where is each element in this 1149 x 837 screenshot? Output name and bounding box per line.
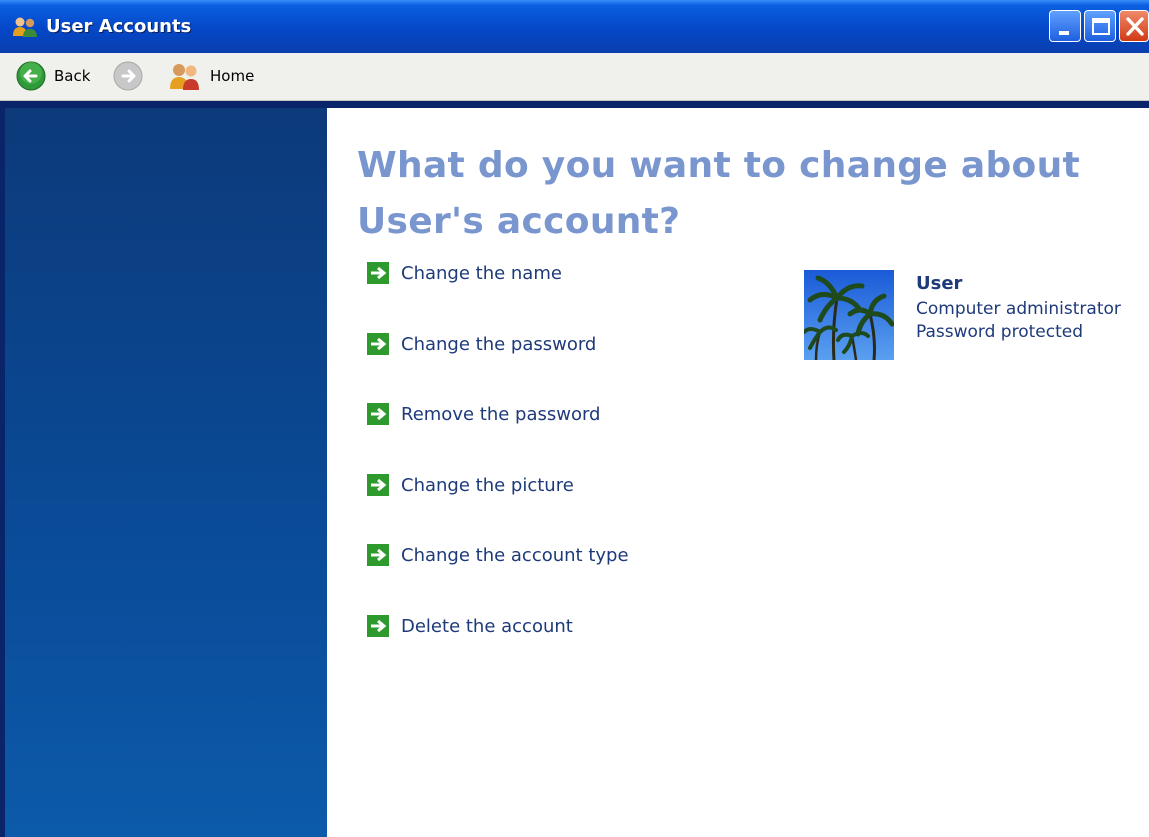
back-label: Back (54, 67, 91, 85)
minimize-icon (1059, 31, 1069, 35)
account-picture (802, 270, 895, 361)
user-accounts-icon (12, 16, 38, 38)
home-button[interactable]: Home (168, 61, 254, 91)
task-label[interactable]: Change the picture (401, 475, 574, 496)
task-change-name[interactable]: Change the name (367, 258, 727, 288)
task-change-picture[interactable]: Change the picture (367, 470, 727, 500)
green-arrow-icon (367, 333, 389, 355)
main-content: What do you want to change about User's … (327, 108, 1149, 837)
navigation-toolbar: Back Home (0, 53, 1149, 101)
close-icon (1126, 17, 1144, 36)
side-panel (5, 108, 327, 837)
account-status: Password protected (916, 322, 1084, 342)
task-delete-account[interactable]: Delete the account (367, 611, 727, 641)
task-remove-password[interactable]: Remove the password (367, 399, 727, 429)
green-arrow-icon (367, 262, 389, 284)
maximize-button[interactable] (1084, 10, 1116, 42)
forward-arrow-icon (113, 61, 143, 91)
user-accounts-window: User Accounts Back Home What do you want… (0, 0, 1149, 837)
back-button[interactable]: Back (16, 61, 90, 91)
green-arrow-icon (367, 474, 389, 496)
forward-button[interactable] (113, 61, 143, 91)
title-bar[interactable]: User Accounts (0, 0, 1149, 53)
task-label[interactable]: Change the password (401, 334, 596, 355)
minimize-button[interactable] (1049, 10, 1081, 42)
task-label[interactable]: Change the name (401, 263, 562, 284)
home-label: Home (210, 67, 255, 85)
palm-trees-picture-icon (802, 270, 895, 361)
close-button[interactable] (1119, 10, 1149, 42)
account-type: Computer administrator (916, 299, 1121, 319)
task-label[interactable]: Delete the account (401, 616, 573, 637)
account-name: User (916, 273, 963, 294)
maximize-icon (1092, 18, 1110, 35)
task-label[interactable]: Change the account type (401, 545, 629, 566)
task-label[interactable]: Remove the password (401, 404, 601, 425)
task-change-password[interactable]: Change the password (367, 329, 727, 359)
page-heading: What do you want to change about User's … (357, 145, 1081, 242)
home-users-icon (170, 64, 199, 90)
green-arrow-icon (367, 615, 389, 637)
window-title: User Accounts (46, 16, 192, 37)
green-arrow-icon (367, 544, 389, 566)
green-arrow-icon (367, 403, 389, 425)
task-change-account-type[interactable]: Change the account type (367, 540, 727, 570)
back-arrow-icon (16, 61, 46, 91)
